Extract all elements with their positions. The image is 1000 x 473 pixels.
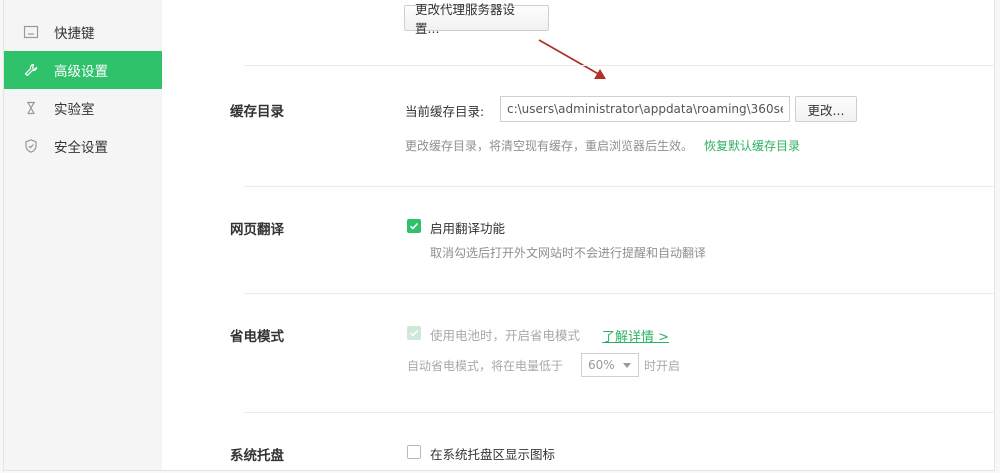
flask-icon bbox=[22, 99, 40, 117]
checkmark-icon bbox=[409, 223, 419, 230]
translate-note: 取消勾选后打开外文网站时不会进行提醒和自动翻译 bbox=[430, 246, 707, 260]
change-cache-button[interactable]: 更改... bbox=[795, 96, 857, 122]
chevron-down-icon bbox=[622, 362, 631, 368]
restore-default-cache-link[interactable]: 恢复默认缓存目录 bbox=[704, 137, 800, 154]
proxy-settings-button[interactable]: 更改代理服务器设置... bbox=[404, 2, 549, 36]
cache-note: 更改缓存目录，将清空现有缓存，重启浏览器后生效。 bbox=[405, 139, 694, 153]
sidebar-item-label: 实验室 bbox=[54, 102, 95, 118]
sidebar-item-partial bbox=[4, 0, 162, 6]
section-divider bbox=[244, 65, 994, 66]
section-divider bbox=[244, 412, 994, 413]
sidebar-item-security[interactable]: 安全设置 bbox=[4, 127, 162, 165]
settings-main: 更改代理服务器设置... 缓存目录 当前缓存目录: 更改... 更改缓存目录，将… bbox=[162, 0, 994, 470]
section-title-translate: 网页翻译 bbox=[230, 222, 284, 238]
battery-threshold-select[interactable]: 60% bbox=[581, 353, 639, 377]
section-title-system-tray: 系统托盘 bbox=[230, 448, 284, 464]
shield-icon bbox=[22, 137, 40, 155]
checkmark-icon bbox=[409, 330, 419, 337]
keyboard-icon bbox=[22, 23, 40, 41]
power-saving-details-link[interactable]: 了解详情 > bbox=[602, 326, 669, 345]
sidebar-item-label: 高级设置 bbox=[54, 64, 108, 80]
section-title-power-saving: 省电模式 bbox=[230, 329, 284, 345]
annotation-arrow-icon bbox=[538, 39, 606, 79]
section-title-cache: 缓存目录 bbox=[230, 104, 284, 120]
section-divider bbox=[244, 293, 994, 294]
system-tray-checkbox-label: 在系统托盘区显示图标 bbox=[430, 447, 556, 462]
system-tray-checkbox[interactable] bbox=[407, 445, 421, 459]
power-saving-checkbox[interactable] bbox=[407, 326, 421, 340]
translate-checkbox[interactable] bbox=[407, 219, 421, 233]
sidebar: 快捷键 高级设置 实验室 安全设置 bbox=[4, 0, 162, 470]
sidebar-item-advanced-settings[interactable]: 高级设置 bbox=[4, 51, 162, 89]
section-divider bbox=[244, 186, 994, 187]
battery-threshold-value: 60% bbox=[588, 358, 615, 372]
auto-power-saving-prefix: 自动省电模式，将在电量低于 bbox=[407, 359, 564, 373]
translate-checkbox-label: 启用翻译功能 bbox=[430, 221, 506, 236]
sidebar-item-label: 快捷键 bbox=[54, 26, 95, 42]
cache-current-label: 当前缓存目录: bbox=[405, 104, 485, 119]
auto-power-saving-suffix: 时开启 bbox=[644, 359, 681, 373]
wrench-icon bbox=[22, 61, 40, 79]
sidebar-item-lab[interactable]: 实验室 bbox=[4, 89, 162, 127]
cache-path-input[interactable] bbox=[500, 96, 790, 122]
power-saving-checkbox-label: 使用电池时，开启省电模式 bbox=[430, 328, 581, 343]
sidebar-item-shortcuts[interactable]: 快捷键 bbox=[4, 13, 162, 51]
settings-window: 快捷键 高级设置 实验室 安全设置 更改代理服务器设置... 缓存目录 当前缓存… bbox=[3, 0, 995, 471]
sidebar-item-label: 安全设置 bbox=[54, 140, 108, 156]
